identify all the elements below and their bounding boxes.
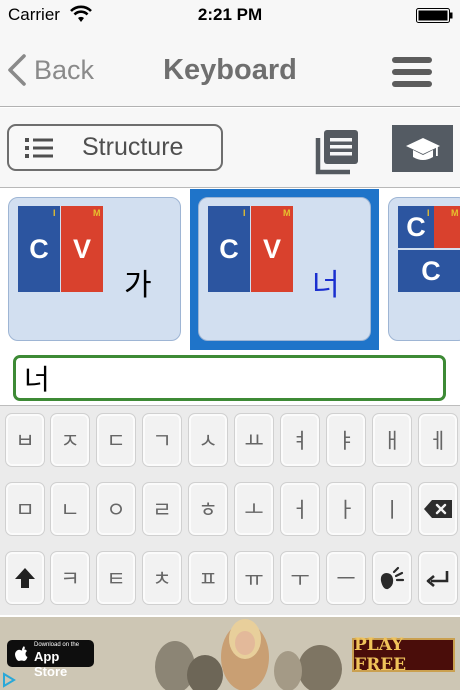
key-mieum[interactable]: ㅁ bbox=[5, 482, 45, 536]
key-jieut[interactable]: ㅈ bbox=[50, 413, 90, 467]
app-store-badge[interactable]: Download on the App Store bbox=[7, 640, 94, 679]
key-nieun[interactable]: ㄴ bbox=[50, 482, 90, 536]
return-icon bbox=[426, 571, 449, 587]
syllable-card-selected[interactable]: C V I M 너 bbox=[198, 197, 371, 341]
key-yu[interactable]: ㅠ bbox=[234, 551, 274, 605]
app-store-label: App Store bbox=[34, 649, 68, 679]
page-title: Keyboard bbox=[163, 54, 297, 86]
speak-key[interactable] bbox=[372, 551, 412, 605]
text-input[interactable]: 너 bbox=[13, 355, 446, 401]
return-key[interactable] bbox=[418, 551, 458, 605]
key-tieut[interactable]: ㅌ bbox=[96, 551, 136, 605]
key-rieul[interactable]: ㄹ bbox=[142, 482, 182, 536]
backspace-key[interactable] bbox=[418, 482, 458, 536]
list-icon bbox=[25, 137, 53, 158]
key-bieup[interactable]: ㅂ bbox=[5, 413, 45, 467]
medial-mark: M bbox=[283, 208, 291, 218]
initial-mark: I bbox=[427, 208, 430, 218]
key-i[interactable]: ㅣ bbox=[372, 482, 412, 536]
status-time: 2:21 PM bbox=[197, 5, 263, 24]
speak-icon bbox=[380, 566, 405, 590]
key-e[interactable]: ㅔ bbox=[418, 413, 458, 467]
initial-mark: I bbox=[53, 208, 56, 218]
key-yeo[interactable]: ㅕ bbox=[280, 413, 320, 467]
key-yo[interactable]: ㅛ bbox=[234, 413, 274, 467]
key-eo[interactable]: ㅓ bbox=[280, 482, 320, 536]
graduation-cap-icon bbox=[405, 137, 440, 160]
vowel-block: V bbox=[61, 206, 103, 292]
battery-icon bbox=[416, 8, 453, 23]
syllable-card-partial[interactable]: C C I M bbox=[388, 197, 460, 341]
ad-choices-icon[interactable] bbox=[1, 672, 17, 688]
key-a[interactable]: ㅏ bbox=[326, 482, 366, 536]
learn-button[interactable] bbox=[392, 125, 453, 172]
syllable-label: 가 bbox=[124, 269, 152, 302]
shift-icon bbox=[15, 568, 35, 588]
backspace-icon bbox=[424, 500, 452, 518]
key-ieung[interactable]: ㅇ bbox=[96, 482, 136, 536]
medial-mark: M bbox=[451, 208, 459, 218]
app-store-caption: Download on the bbox=[34, 642, 80, 648]
key-chieut[interactable]: ㅊ bbox=[142, 551, 182, 605]
medial-mark: M bbox=[93, 208, 101, 218]
play-free-button[interactable]: PLAY FREE bbox=[352, 635, 455, 675]
key-u[interactable]: ㅜ bbox=[280, 551, 320, 605]
final-consonant-block: C bbox=[398, 250, 460, 292]
syllable-label: 너 bbox=[312, 269, 340, 302]
menu-button[interactable] bbox=[392, 56, 432, 88]
key-pieup[interactable]: ㅍ bbox=[188, 551, 228, 605]
documents-icon[interactable] bbox=[312, 128, 360, 176]
vowel-block: V bbox=[251, 206, 293, 292]
key-giyeok[interactable]: ㄱ bbox=[142, 413, 182, 467]
key-digeut[interactable]: ㄷ bbox=[96, 413, 136, 467]
key-o[interactable]: ㅗ bbox=[234, 482, 274, 536]
key-kieuk[interactable]: ㅋ bbox=[50, 551, 90, 605]
apple-icon bbox=[15, 646, 28, 661]
key-ya[interactable]: ㅑ bbox=[326, 413, 366, 467]
structure-button[interactable]: Structure bbox=[7, 124, 223, 171]
key-eu[interactable]: ㅡ bbox=[326, 551, 366, 605]
key-siot[interactable]: ㅅ bbox=[188, 413, 228, 467]
syllable-card[interactable]: C V I M 가 bbox=[8, 197, 181, 341]
initial-mark: I bbox=[243, 208, 246, 218]
structure-label: Structure bbox=[82, 133, 184, 161]
shift-key[interactable] bbox=[5, 551, 45, 605]
key-hieut[interactable]: ㅎ bbox=[188, 482, 228, 536]
consonant-block: C bbox=[208, 206, 250, 292]
consonant-block: C bbox=[18, 206, 60, 292]
key-ae[interactable]: ㅐ bbox=[372, 413, 412, 467]
